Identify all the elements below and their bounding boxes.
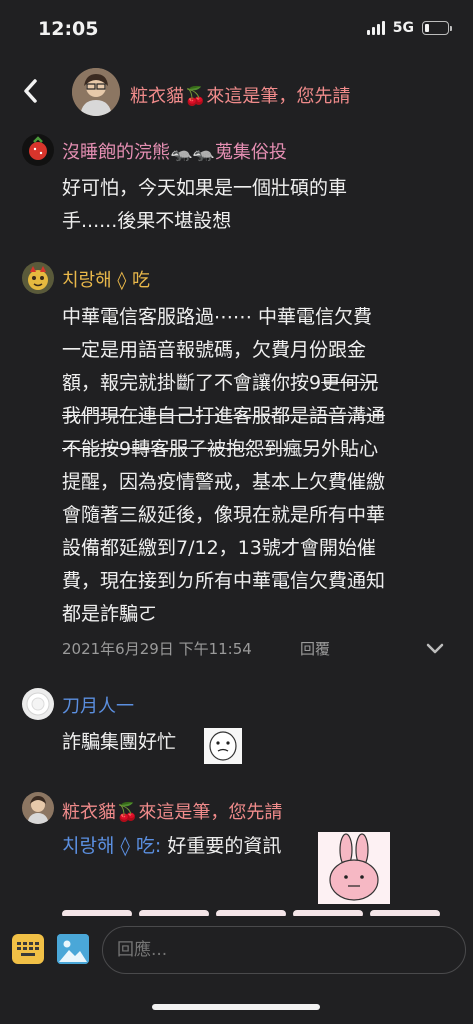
battery-icon bbox=[422, 21, 452, 35]
comment-line: 好可怕，今天如果是一個壯碩的車 bbox=[62, 177, 348, 199]
signal-icon bbox=[366, 21, 385, 35]
comment-line: 手......後果不堪設想 bbox=[62, 210, 232, 232]
comment-timestamp: 2021年6月29日 下午11:54 bbox=[62, 640, 252, 658]
commenter-avatar[interactable] bbox=[22, 262, 54, 294]
comment-line: 費，現在接到ㄉ所有中華電信欠費通知 bbox=[62, 570, 386, 592]
status-indicators: 5G bbox=[366, 20, 452, 36]
strikethrough-text: 更何況 bbox=[321, 372, 379, 394]
strikethrough-text: 我們現在連自己打進客服都是語音溝通 bbox=[62, 405, 386, 427]
comment-line: 會隨著三級延後，像現在就是所有中華 bbox=[62, 504, 386, 526]
commenter-name[interactable]: 치랑해 ◊ 吃 bbox=[62, 266, 150, 292]
comment-text: 詐騙集團好忙 bbox=[62, 731, 177, 753]
home-indicator bbox=[152, 1004, 320, 1010]
sticker-image[interactable] bbox=[204, 728, 242, 764]
comment-line: 都是詐騙ㄛ bbox=[62, 603, 158, 625]
comment-line: 額，報完就掛斷了不會讓你按9更何況 bbox=[62, 367, 462, 400]
reply-bar bbox=[0, 916, 473, 1024]
header-author-name[interactable]: 粧衣貓🍒來這是筆，您先請 bbox=[130, 82, 350, 108]
reply-button[interactable]: 回覆 bbox=[300, 638, 330, 659]
comment-segment: 另外貼心 bbox=[302, 438, 379, 460]
comment-line: 中華電信客服路過⋯⋯ 中華電信欠費 bbox=[62, 306, 373, 328]
author-avatar[interactable] bbox=[72, 68, 120, 116]
status-time: 12:05 bbox=[38, 18, 99, 40]
commenter-avatar[interactable] bbox=[22, 688, 54, 720]
commenter-name[interactable]: 沒睡飽的浣熊🦡🦡蒐集俗投 bbox=[62, 138, 287, 164]
commenter-name[interactable]: 粧衣貓🍒來這是筆，您先請 bbox=[62, 798, 282, 824]
network-type: 5G bbox=[392, 20, 414, 36]
header: 粧衣貓🍒來這是筆，您先請 bbox=[0, 62, 473, 124]
comment-segment: 額，報完就掛斷了不會讓你按9 bbox=[62, 372, 322, 394]
comment-line: 一定是用語音報號碼，欠費月份跟金 bbox=[62, 339, 367, 361]
status-bar: 12:05 5G bbox=[0, 0, 473, 58]
comment-line: 設備都延繳到7/12，13號才會開始催 bbox=[62, 537, 376, 559]
commenter-name[interactable]: 刀月人一 bbox=[62, 692, 134, 718]
chevron-left-icon[interactable] bbox=[18, 76, 46, 106]
strikethrough-text: 不能按9轉客服子被抱怨到瘋 bbox=[62, 438, 303, 460]
comment-line: 不能按9轉客服子被抱怨到瘋另外貼心 bbox=[62, 433, 462, 466]
comment-text: 中華電信客服路過⋯⋯ 中華電信欠費 一定是用語音報號碼，欠費月份跟金 額，報完就… bbox=[62, 301, 462, 631]
commenter-avatar[interactable] bbox=[22, 134, 54, 166]
sticker-image[interactable] bbox=[318, 832, 390, 904]
keyboard-icon[interactable] bbox=[12, 934, 44, 964]
chevron-down-icon[interactable] bbox=[424, 638, 446, 658]
comment-line: 提醒，因為疫情警戒，基本上欠費催繳 bbox=[62, 471, 386, 493]
comment-segment: 好重要的資訊 bbox=[167, 835, 282, 857]
mention-tag[interactable]: 치랑해 ◊ 吃: bbox=[62, 835, 161, 857]
commenter-avatar[interactable] bbox=[22, 792, 54, 824]
comment-text: 好可怕，今天如果是一個壯碩的車 手......後果不堪設想 bbox=[62, 172, 347, 238]
comment-text: 치랑해 ◊ 吃: 好重要的資訊 bbox=[62, 830, 281, 863]
reply-input[interactable] bbox=[102, 926, 466, 974]
image-icon[interactable] bbox=[57, 934, 89, 964]
